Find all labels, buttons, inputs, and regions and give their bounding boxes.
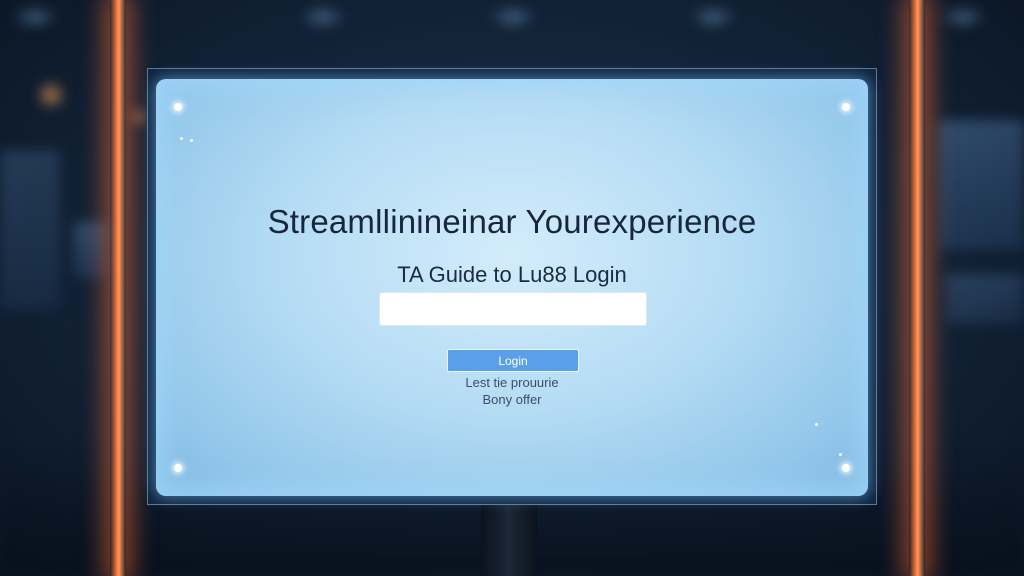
login-screen: Streamllinineinar Yourexperience TA Guid… xyxy=(156,79,868,496)
corner-light xyxy=(842,103,850,111)
sparkle xyxy=(815,423,818,426)
sparkle xyxy=(180,137,183,140)
amber-light xyxy=(36,80,66,110)
link-lost-password[interactable]: Lest tie prouurie xyxy=(156,375,868,390)
corner-light xyxy=(174,464,182,472)
background-screen xyxy=(938,120,1024,250)
ceiling-light xyxy=(940,6,986,28)
ceiling-light xyxy=(690,6,736,28)
corner-light xyxy=(174,103,182,111)
login-input[interactable] xyxy=(379,292,647,326)
ceiling-light xyxy=(300,6,346,28)
corner-light xyxy=(842,464,850,472)
background-screen xyxy=(946,274,1024,324)
background-screen xyxy=(74,222,108,278)
kiosk-stand xyxy=(481,505,537,576)
orange-light-beam-right xyxy=(909,0,925,576)
page-title: Streamllinineinar Yourexperience xyxy=(267,203,757,240)
link-bonus-offer[interactable]: Bony offer xyxy=(156,392,868,407)
ceiling-light xyxy=(490,6,536,28)
ceiling-light xyxy=(12,6,58,28)
orange-light-beam-left xyxy=(110,0,126,576)
login-button[interactable]: Login xyxy=(447,349,579,372)
page-subtitle: TA Guide to Lu88 Login xyxy=(397,262,627,287)
background-screen xyxy=(0,150,60,310)
sparkle xyxy=(190,139,193,142)
amber-light xyxy=(130,108,148,126)
kiosk-monitor: Streamllinineinar Yourexperience TA Guid… xyxy=(147,68,877,505)
sparkle xyxy=(839,453,842,456)
